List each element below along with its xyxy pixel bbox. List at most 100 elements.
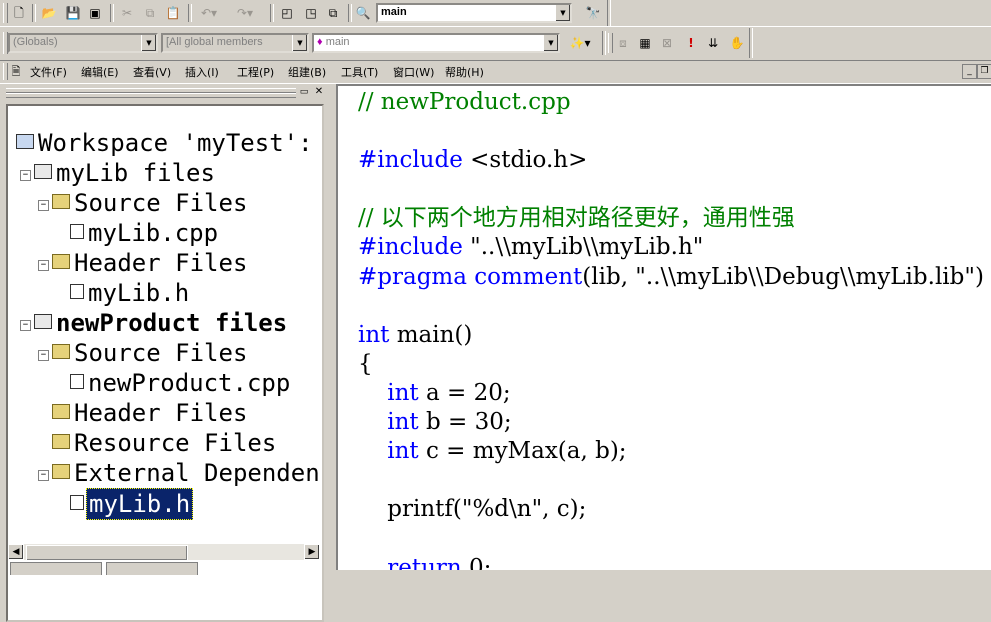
- code-line[interactable]: int c = myMax(a, b);: [358, 437, 984, 466]
- tree-item-mylib-cpp[interactable]: myLib.cpp: [70, 218, 220, 248]
- stop-build-icon[interactable]: ⊠: [658, 34, 676, 52]
- collapse-icon[interactable]: −: [20, 170, 31, 181]
- menu-build[interactable]: 组建(B): [288, 64, 326, 80]
- tree-item-newproduct-project[interactable]: newProduct files: [34, 308, 289, 338]
- tree-item-external-dependencies[interactable]: External Dependen: [52, 458, 322, 488]
- menu-project[interactable]: 工程(P): [237, 64, 274, 80]
- folder-open-icon: [52, 464, 70, 479]
- code-line[interactable]: #include <stdio.h>: [358, 146, 984, 175]
- tab-file-view[interactable]: [106, 562, 198, 575]
- chevron-down-icon[interactable]: ▼: [543, 35, 558, 51]
- horizontal-scrollbar[interactable]: ◀ ▶: [8, 544, 320, 561]
- workspace-icon[interactable]: ◰: [278, 4, 296, 22]
- find-in-files-icon[interactable]: 🔍: [354, 4, 372, 22]
- code-line[interactable]: int b = 30;: [358, 408, 984, 437]
- tree-item-newproduct-cpp[interactable]: newProduct.cpp: [70, 368, 292, 398]
- code-line[interactable]: #include "..\\myLib\\myLib.h": [358, 233, 984, 262]
- collapse-icon[interactable]: −: [38, 350, 49, 361]
- chevron-down-icon[interactable]: ▼: [292, 35, 307, 51]
- tree-item-mylib-h-selected[interactable]: myLib.h: [70, 488, 194, 520]
- code-line[interactable]: return 0;: [358, 554, 984, 571]
- member-combo[interactable]: ♦ main ▼: [312, 33, 560, 53]
- class-combo[interactable]: (Globals) ▼: [8, 33, 158, 53]
- code-keyword: int: [387, 379, 419, 406]
- execute-icon[interactable]: !: [682, 34, 700, 52]
- workspace-tabs: [10, 562, 202, 575]
- minimize-icon[interactable]: _: [962, 64, 977, 79]
- project-icon: [34, 164, 52, 179]
- code-editor[interactable]: // newProduct.cpp #include <stdio.h> // …: [336, 84, 991, 570]
- window-list-icon[interactable]: ⧉: [324, 4, 342, 22]
- class-combo-value: (Globals): [13, 36, 58, 48]
- open-icon[interactable]: 📂: [40, 4, 58, 22]
- save-all-icon[interactable]: ▣: [86, 4, 104, 22]
- tree-item-resource-files[interactable]: Resource Files: [52, 428, 278, 458]
- tree-item-workspace[interactable]: Workspace 'myTest':: [16, 128, 315, 158]
- scroll-thumb[interactable]: [26, 545, 188, 561]
- folder-open-icon: [52, 254, 70, 269]
- document-icon[interactable]: 🗎: [9, 63, 23, 79]
- code-line[interactable]: int main(): [358, 321, 984, 350]
- collapse-icon[interactable]: −: [38, 470, 49, 481]
- code-line[interactable]: [358, 466, 984, 495]
- code-line[interactable]: int a = 20;: [358, 379, 984, 408]
- menu-insert[interactable]: 插入(I): [185, 64, 219, 80]
- menu-view[interactable]: 查看(V): [133, 64, 171, 80]
- go-icon[interactable]: ⇊: [704, 34, 722, 52]
- tree-item-mylib-h[interactable]: myLib.h: [70, 278, 191, 308]
- compile-icon[interactable]: ⧈: [614, 34, 632, 52]
- menu-file[interactable]: 文件(F): [30, 64, 67, 80]
- save-icon[interactable]: 💾: [64, 4, 82, 22]
- find-combo[interactable]: main ▼: [376, 3, 572, 23]
- menu-tools[interactable]: 工具(T): [341, 64, 378, 80]
- new-text-file-icon[interactable]: 🗋: [10, 4, 28, 22]
- paste-icon[interactable]: 📋: [164, 4, 182, 22]
- collapse-icon[interactable]: −: [20, 320, 31, 331]
- menu-edit[interactable]: 编辑(E): [81, 64, 119, 80]
- redo-icon[interactable]: ↷▾: [232, 4, 258, 22]
- undo-icon[interactable]: ↶▾: [196, 4, 222, 22]
- code-line[interactable]: [358, 117, 984, 146]
- code-line[interactable]: // newProduct.cpp: [358, 88, 984, 117]
- code-keyword: #pragma: [358, 263, 467, 290]
- output-icon[interactable]: ◳: [302, 4, 320, 22]
- folder-open-icon: [52, 344, 70, 359]
- code-line[interactable]: printf("%d\n", c);: [358, 495, 984, 524]
- tree-item-source-files[interactable]: Source Files: [52, 338, 249, 368]
- code-line[interactable]: // 以下两个地方用相对路径更好，通用性强: [358, 204, 984, 233]
- code-keyword: comment: [474, 263, 583, 290]
- panel-dock-icon[interactable]: ▭: [298, 86, 310, 98]
- code-line[interactable]: #pragma comment(lib, "..\\myLib\\Debug\\…: [358, 263, 984, 292]
- panel-grip[interactable]: [6, 93, 296, 98]
- scroll-left-icon[interactable]: ◀: [8, 544, 24, 560]
- menu-window[interactable]: 窗口(W): [393, 64, 434, 80]
- wizard-action-icon[interactable]: ✨▾: [564, 34, 596, 52]
- code-line[interactable]: {: [358, 350, 984, 379]
- restore-icon[interactable]: ❐: [977, 64, 991, 79]
- copy-icon[interactable]: ⧉: [141, 4, 159, 22]
- tree-item-header-files[interactable]: Header Files: [52, 398, 249, 428]
- find-icon[interactable]: 🔭: [584, 4, 602, 22]
- menu-help[interactable]: 帮助(H): [445, 64, 484, 80]
- collapse-icon[interactable]: −: [38, 200, 49, 211]
- tree-item-source-files[interactable]: Source Files: [52, 188, 249, 218]
- code-line[interactable]: [358, 175, 984, 204]
- tab-class-view[interactable]: [10, 562, 102, 575]
- tree-item-header-files[interactable]: Header Files: [52, 248, 249, 278]
- tree-item-mylib-project[interactable]: myLib files: [34, 158, 217, 188]
- filter-combo[interactable]: [All global members ▼: [161, 33, 309, 53]
- scroll-right-icon[interactable]: ▶: [304, 544, 320, 560]
- toolbar-grip[interactable]: [3, 3, 8, 23]
- collapse-icon[interactable]: −: [38, 260, 49, 271]
- toolbar-grip[interactable]: [608, 33, 613, 53]
- build-icon[interactable]: ▦: [636, 34, 654, 52]
- tree-item-label: myLib files: [56, 159, 215, 187]
- chevron-down-icon[interactable]: ▼: [141, 35, 156, 51]
- chevron-down-icon[interactable]: ▼: [555, 5, 570, 21]
- code-line[interactable]: [358, 524, 984, 553]
- code-line[interactable]: [358, 292, 984, 321]
- cut-icon[interactable]: ✂: [118, 4, 136, 22]
- close-icon[interactable]: ✕: [313, 86, 325, 98]
- toolbar-grip[interactable]: [3, 63, 8, 80]
- breakpoint-icon[interactable]: ✋: [728, 34, 746, 52]
